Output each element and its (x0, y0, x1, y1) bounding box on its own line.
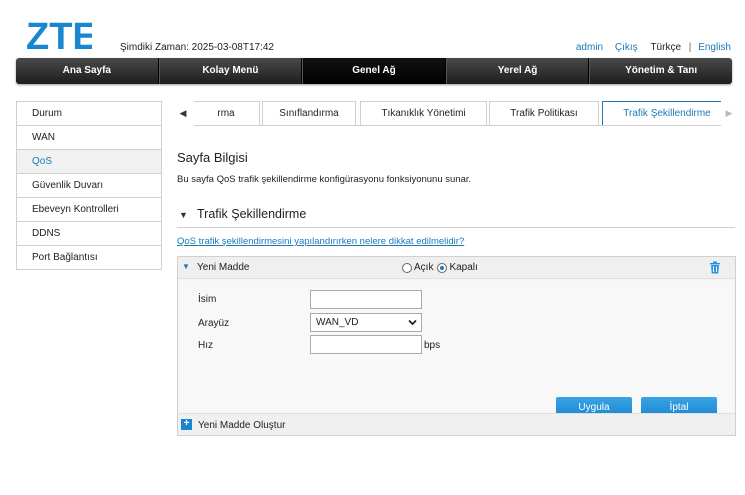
lang-english[interactable]: English (698, 42, 731, 53)
arrow-left-icon[interactable]: ◀ (176, 101, 190, 126)
sidebar-item-parental[interactable]: Ebeveyn Kontrolleri (17, 198, 161, 222)
entry-panel: ▼ Yeni Madde Açık Kapalı İsim Arayüz WAN… (177, 256, 736, 436)
logout-link[interactable]: Çıkış (615, 42, 638, 53)
trash-icon[interactable] (709, 261, 721, 274)
entry-title: Yeni Madde (197, 262, 250, 273)
create-entry-row[interactable]: + Yeni Madde Oluştur (178, 413, 735, 435)
sidebar-item-port-forward[interactable]: Port Bağlantısı (17, 246, 161, 270)
sidebar-item-durum[interactable]: Durum (17, 102, 161, 126)
help-link[interactable]: QoS trafik şekillendirmesini yapılandırı… (177, 236, 464, 247)
speed-label: Hız (198, 340, 213, 351)
entry-body: İsim Arayüz WAN_VD Hız bps Uygula İptal (180, 281, 733, 418)
tab-partial[interactable]: rma (194, 101, 260, 125)
sidebar-item-qos[interactable]: QoS (17, 150, 161, 174)
speed-unit: bps (424, 340, 441, 351)
nav-yonetim-tani[interactable]: Yönetim & Tanı (589, 58, 732, 84)
sidebar-item-ddns[interactable]: DDNS (17, 222, 161, 246)
nav-kolay-menu[interactable]: Kolay Menü (158, 58, 303, 84)
interface-select-value: WAN_VD (316, 317, 359, 328)
entry-header[interactable]: ▼ Yeni Madde Açık Kapalı (178, 257, 735, 279)
lang-turkish[interactable]: Türkçe (650, 42, 681, 53)
triangle-down-icon[interactable]: ▼ (182, 262, 190, 271)
plus-icon[interactable]: + (181, 419, 192, 430)
sidebar: Durum WAN QoS Güvenlik Duvarı Ebeveyn Ko… (16, 101, 162, 270)
tab-traffic-policy[interactable]: Trafik Politikası (489, 101, 599, 125)
main-nav: Ana Sayfa Kolay Menü Genel Ağ Yerel Ağ Y… (16, 58, 732, 84)
tab-congestion[interactable]: Tıkanıklık Yönetimi (360, 101, 487, 125)
page-description: Bu sayfa QoS trafik şekillendirme konfig… (177, 174, 472, 185)
lang-separator: | (688, 42, 692, 53)
radio-on[interactable] (402, 262, 412, 273)
nav-ana-sayfa[interactable]: Ana Sayfa (16, 58, 159, 84)
radio-off[interactable] (437, 262, 448, 273)
nav-yerel-ag[interactable]: Yerel Ağ (445, 58, 590, 84)
tabs: rma Sınıflandırma Tıkanıklık Yönetimi Tr… (194, 101, 721, 126)
radio-off-label[interactable]: Kapalı (449, 262, 477, 273)
tab-bar: ◀ rma Sınıflandırma Tıkanıklık Yönetimi … (176, 101, 736, 126)
section-title: Trafik Şekillendirme (197, 207, 307, 221)
nav-genel-ag[interactable]: Genel Ağ (302, 58, 446, 84)
status-radio-group: Açık Kapalı (402, 262, 482, 273)
triangle-down-icon: ▼ (179, 210, 188, 220)
zte-logo-mark: ZTE (26, 18, 92, 54)
name-label: İsim (198, 294, 217, 305)
interface-label: Arayüz (198, 318, 230, 329)
name-input[interactable] (310, 290, 422, 309)
tab-classification[interactable]: Sınıflandırma (262, 101, 356, 125)
sidebar-item-wan[interactable]: WAN (17, 126, 161, 150)
section-header[interactable]: ▼ Trafik Şekillendirme (177, 206, 735, 228)
admin-link[interactable]: admin (576, 42, 603, 53)
page-title: Sayfa Bilgisi (177, 150, 248, 165)
current-time: Şimdiki Zaman: 2025-03-08T17:42 (120, 42, 274, 53)
create-entry-label[interactable]: Yeni Madde Oluştur (198, 420, 285, 431)
zte-logo: ZTE (26, 18, 92, 54)
tab-traffic-shaping[interactable]: Trafik Şekillendirme (602, 101, 721, 125)
svg-text:ZTE: ZTE (26, 18, 92, 54)
speed-input[interactable] (310, 335, 422, 354)
sidebar-item-firewall[interactable]: Güvenlik Duvarı (17, 174, 161, 198)
interface-select[interactable]: WAN_VD (310, 313, 422, 332)
radio-on-label[interactable]: Açık (414, 262, 433, 273)
chevron-down-icon (408, 319, 417, 326)
arrow-right-icon[interactable]: ▶ (722, 101, 736, 126)
top-links: admin Çıkış Türkçe | English (570, 42, 731, 53)
